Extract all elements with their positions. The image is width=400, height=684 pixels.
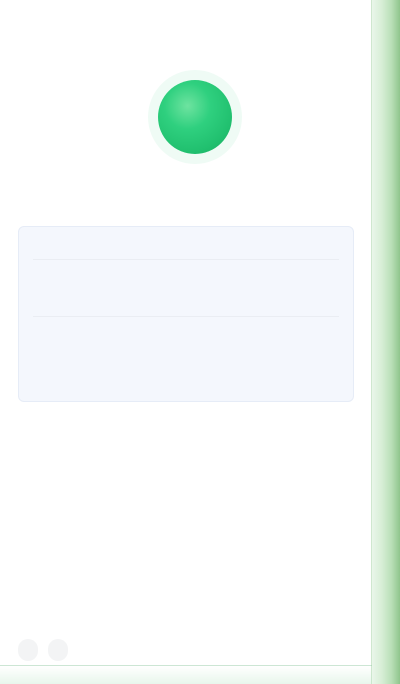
details-link[interactable] xyxy=(18,598,138,620)
footer-item-2 xyxy=(48,639,68,661)
status-headline xyxy=(52,146,332,174)
page-title xyxy=(34,18,314,46)
details-card xyxy=(18,226,354,402)
footer-item-1 xyxy=(18,639,38,661)
details-row xyxy=(33,259,339,316)
bottom-strip xyxy=(0,665,372,684)
details-row xyxy=(33,316,339,373)
section-2 xyxy=(18,510,354,520)
footer xyxy=(18,636,354,664)
section-1 xyxy=(18,420,354,430)
main-panel xyxy=(0,0,372,684)
status-subline xyxy=(112,178,272,198)
status-indicator-icon xyxy=(158,80,232,154)
right-edge-strip xyxy=(371,0,400,684)
